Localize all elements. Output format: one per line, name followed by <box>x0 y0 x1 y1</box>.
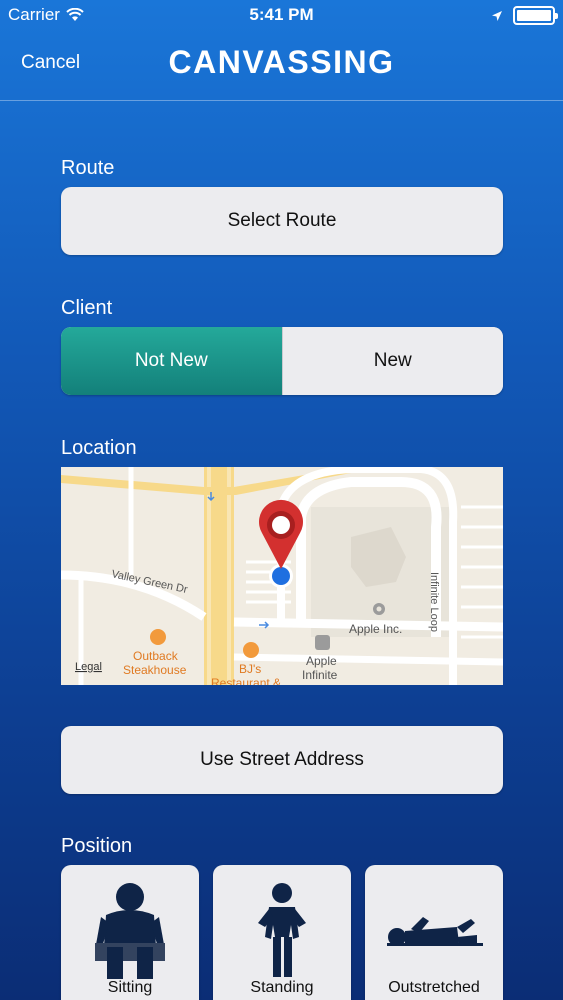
poi-outback-1: Outback <box>133 649 179 663</box>
restaurant-icon <box>150 629 166 645</box>
status-right <box>491 6 558 25</box>
segment-not-new[interactable]: Not New <box>61 327 282 395</box>
select-route-button[interactable]: Select Route <box>61 187 503 255</box>
standing-person-icon <box>258 883 306 977</box>
status-time: 5:41 PM <box>249 5 314 24</box>
use-street-address-button[interactable]: Use Street Address <box>61 726 503 794</box>
sitting-person-icon <box>95 883 165 979</box>
use-street-address-label: Use Street Address <box>200 749 364 770</box>
battery-icon <box>513 6 558 25</box>
location-map[interactable]: Valley Green Dr Infinite Loop Apple Inc.… <box>61 467 503 685</box>
position-standing-card[interactable]: Standing <box>213 865 351 1000</box>
poi-apple-infinite-2: Infinite <box>302 668 338 682</box>
restaurant-icon-2 <box>243 642 259 658</box>
poi-apple-infinite-1: Apple <box>306 654 337 668</box>
position-standing-label: Standing <box>250 979 314 996</box>
poi-bjs-2: Restaurant & <box>211 676 281 685</box>
position-sitting-card[interactable]: Sitting <box>61 865 199 1000</box>
segment-not-new-label: Not New <box>134 350 208 371</box>
status-bar: Carrier 5:41 PM <box>0 0 563 30</box>
poi-apple-inc: Apple Inc. <box>349 622 402 636</box>
map-legal-link: Legal <box>75 661 102 673</box>
client-label: Client <box>61 297 113 319</box>
poi-bjs-1: BJ's <box>239 662 261 676</box>
select-route-button-label: Select Route <box>227 210 337 231</box>
position-label: Position <box>61 835 133 857</box>
outstretched-person-icon <box>387 917 483 946</box>
road-label-text: Infinite Loop <box>428 572 440 632</box>
position-outstretched-label: Outstretched <box>388 979 480 996</box>
segment-new-label: New <box>373 350 412 371</box>
segment-new[interactable]: New <box>281 327 503 395</box>
location-label: Location <box>61 437 137 459</box>
client-segmented-control: Not New New <box>61 327 503 395</box>
position-sitting-label: Sitting <box>107 979 153 996</box>
page-title: CANVASSING <box>168 44 395 80</box>
apple-store-icon <box>315 635 330 650</box>
position-outstretched-card[interactable]: Outstretched <box>365 865 503 1000</box>
map-canvas: Valley Green Dr Infinite Loop Apple Inc.… <box>61 467 503 685</box>
poi-outback-2: Steakhouse <box>123 663 187 677</box>
location-arrow-icon <box>492 10 502 21</box>
nav-bar: Cancel CANVASSING <box>0 30 563 101</box>
route-label: Route <box>61 157 115 179</box>
